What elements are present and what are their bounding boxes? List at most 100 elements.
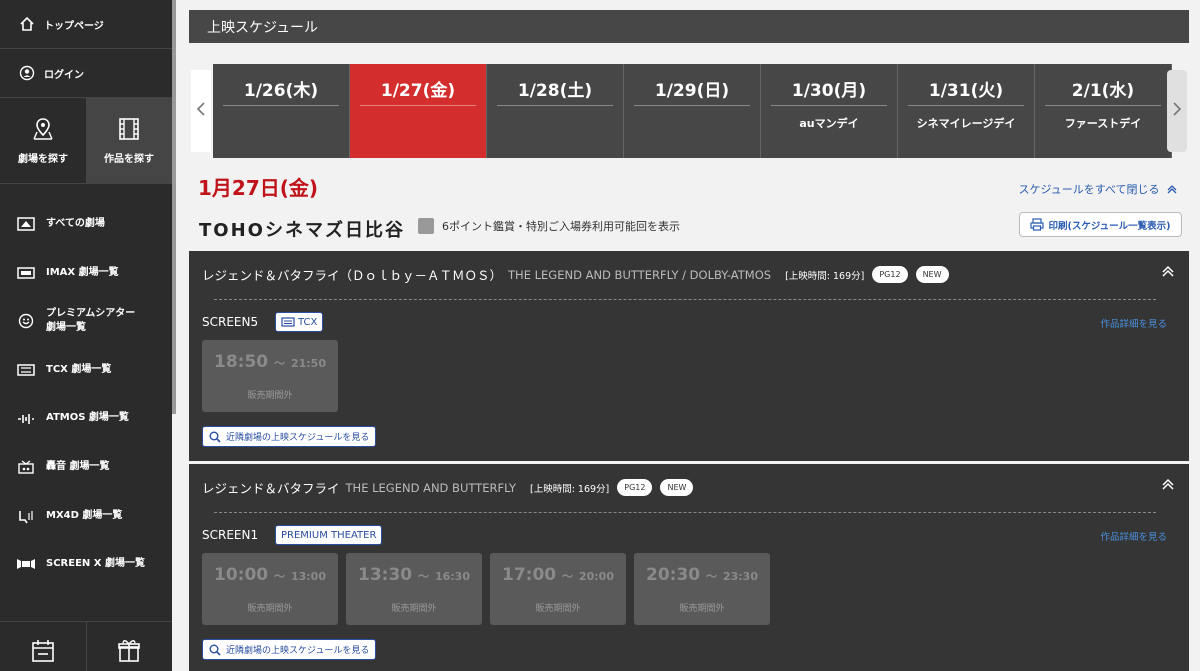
showtime-slot[interactable]: 17:00 ～ 20:00 販売期間外 xyxy=(490,553,626,625)
tcx-icon xyxy=(16,362,36,378)
showtime-end: 16:30 xyxy=(434,570,470,583)
showtime-sep: ～ xyxy=(706,570,718,583)
calendar-button[interactable] xyxy=(0,622,86,671)
gift-button[interactable] xyxy=(85,622,173,671)
date-tab-note: auマンデイ xyxy=(799,117,859,130)
date-tab-0130[interactable]: 1/30(月) auマンデイ xyxy=(761,64,898,158)
showtime-time: 17:00 ～ 20:00 xyxy=(490,565,626,585)
screenx-icon xyxy=(16,556,36,572)
showtime-status: 販売期間外 xyxy=(247,604,293,614)
screen-name: SCREEN1 xyxy=(202,528,259,542)
calendar-icon xyxy=(30,637,56,667)
sidebar-search-tiles: 劇場を探す 作品を探す xyxy=(0,98,172,184)
sidebar-login[interactable]: ログイン xyxy=(0,49,172,98)
showtime-time: 10:00 ～ 13:00 xyxy=(202,565,338,585)
new-badge: NEW xyxy=(915,266,949,283)
movie-title-en: THE LEGEND AND BUTTERFLY / DOLBY-ATMOS xyxy=(508,267,772,282)
showtime-slot[interactable]: 13:30 ～ 16:30 販売期間外 xyxy=(346,553,482,625)
close-all-schedules-link[interactable]: スケジュールをすべて閉じる xyxy=(1018,181,1177,197)
date-tab-0129[interactable]: 1/29(日) xyxy=(624,64,761,158)
tcx-icon xyxy=(281,317,295,327)
sidebar-item-label: SCREEN X 劇場一覧 xyxy=(46,558,145,570)
premium-icon xyxy=(16,313,36,329)
sidebar-item-atmos[interactable]: ATMOS 劇場一覧 xyxy=(0,394,172,443)
screen-format-label: PREMIUM THEATER xyxy=(281,529,377,541)
showtime-status: 販売期間外 xyxy=(247,391,293,401)
imax-icon xyxy=(16,265,36,281)
nearby-schedule-button[interactable]: 近隣劇場の上映スケジュールを見る xyxy=(202,639,377,660)
sidebar-item-label: 轟音 劇場一覧 xyxy=(46,461,110,473)
sidebar-item-all-theaters[interactable]: すべての劇場 xyxy=(0,200,172,249)
selected-date-heading: 1月27日(金) xyxy=(198,176,319,200)
date-tab-0201[interactable]: 2/1(水) ファーストデイ xyxy=(1035,64,1172,158)
date-tab-label: 1/30(月) xyxy=(771,75,887,106)
showtime-slot[interactable]: 18:50 ～ 21:50 販売期間外 xyxy=(202,340,338,412)
showtime-start: 17:00 xyxy=(502,565,557,585)
theater-name: TOHOシネマズ日比谷 xyxy=(199,220,405,241)
showtime-slot[interactable]: 10:00 ～ 13:00 販売期間外 xyxy=(202,553,338,625)
sidebar-item-imax[interactable]: IMAX 劇場一覧 xyxy=(0,249,172,298)
movie-runtime: [上映時間: 169分] xyxy=(785,270,865,282)
map-pin-icon xyxy=(30,116,56,142)
date-tab-0131[interactable]: 1/31(火) シネマイレージデイ xyxy=(898,64,1035,158)
date-tab-0126[interactable]: 1/26(木) xyxy=(213,64,350,158)
showtime-slot[interactable]: 20:30 ～ 23:30 販売期間外 xyxy=(634,553,770,625)
movie-title-jp: レジェンド＆バタフライ（Ｄｏｌｂｙ－ＡＴＭＯＳ） xyxy=(202,268,503,283)
find-movie-label: 作品を探す xyxy=(104,154,154,165)
sidebar-top-page[interactable]: トップページ xyxy=(0,0,172,49)
sidebar-item-label: TCX 劇場一覧 xyxy=(46,363,112,375)
movie-title-jp: レジェンド＆バタフライ xyxy=(202,481,340,496)
nearby-schedule-button[interactable]: 近隣劇場の上映スケジュールを見る xyxy=(202,426,377,447)
showtime-start: 20:30 xyxy=(646,565,701,585)
sidebar-item-label: IMAX 劇場一覧 xyxy=(46,266,119,278)
sidebar-item-label: すべての劇場 xyxy=(46,218,105,230)
collapse-chevron-icon[interactable] xyxy=(1161,263,1175,277)
date-tab-label: 2/1(水) xyxy=(1045,75,1161,106)
sidebar: トップページ ログイン 劇場を探す 作品を探す すべての劇場 IMAX 劇場一覧 xyxy=(0,0,172,671)
showtime-sep: ～ xyxy=(274,570,286,583)
film-icon xyxy=(116,116,142,142)
gift-icon xyxy=(116,637,142,667)
date-tab-note: ファーストデイ xyxy=(1064,117,1142,130)
points-filter-checkbox[interactable] xyxy=(418,218,434,234)
sidebar-item-screenx[interactable]: SCREEN X 劇場一覧 xyxy=(0,540,172,589)
movie-detail-link[interactable]: 作品詳細を見る xyxy=(1100,316,1167,330)
screen-format-badge: PREMIUM THEATER xyxy=(275,525,383,545)
date-next-button[interactable] xyxy=(1167,70,1187,152)
print-label: 印刷(スケジュール一覧表示) xyxy=(1048,220,1171,232)
date-tab-label: 1/27(金) xyxy=(360,75,476,106)
sidebar-item-mx4d[interactable]: MX4D 劇場一覧 xyxy=(0,492,172,541)
date-tab-0127[interactable]: 1/27(金) xyxy=(350,64,487,158)
rating-badge: PG12 xyxy=(872,266,908,283)
showtime-status: 販売期間外 xyxy=(679,604,725,614)
date-tab-label: 1/26(木) xyxy=(223,75,339,106)
search-icon xyxy=(209,644,221,656)
date-tab-0128[interactable]: 1/28(土) xyxy=(487,64,624,158)
search-icon xyxy=(209,431,221,443)
date-tab-label: 1/31(火) xyxy=(908,75,1024,106)
showtime-end: 20:00 xyxy=(578,570,614,583)
sidebar-item-premium[interactable]: プレミアムシアター 劇場一覧 xyxy=(0,297,172,346)
print-schedule-button[interactable]: 印刷(スケジュール一覧表示) xyxy=(1019,212,1182,237)
points-filter-label: 6ポイント鑑賞・特別ご入場券利用可能回を表示 xyxy=(442,220,680,233)
showtime-start: 10:00 xyxy=(214,565,269,585)
sidebar-bottom-bar xyxy=(0,621,172,671)
date-prev-button[interactable] xyxy=(191,70,211,152)
sidebar-login-label: ログイン xyxy=(44,69,84,81)
find-movie-button[interactable]: 作品を探す xyxy=(86,98,172,183)
showtime-status: 販売期間外 xyxy=(535,604,581,614)
showtime-status: 販売期間外 xyxy=(391,604,437,614)
movie-detail-link[interactable]: 作品詳細を見る xyxy=(1100,529,1167,543)
date-tab-note: シネマイレージデイ xyxy=(916,117,1016,130)
showtime-time: 13:30 ～ 16:30 xyxy=(346,565,482,585)
chevron-up-icon xyxy=(1167,184,1177,197)
sidebar-scrollbar[interactable] xyxy=(172,0,176,414)
find-theater-button[interactable]: 劇場を探す xyxy=(0,98,86,183)
sidebar-top-page-label: トップページ xyxy=(44,20,104,32)
showtime-sep: ～ xyxy=(274,357,286,370)
screen-format-label: TCX xyxy=(298,316,318,328)
sidebar-item-tcx[interactable]: TCX 劇場一覧 xyxy=(0,346,172,395)
sidebar-item-goon[interactable]: 轟音 劇場一覧 xyxy=(0,443,172,492)
showtime-time: 18:50 ～ 21:50 xyxy=(202,352,338,372)
collapse-chevron-icon[interactable] xyxy=(1161,476,1175,490)
